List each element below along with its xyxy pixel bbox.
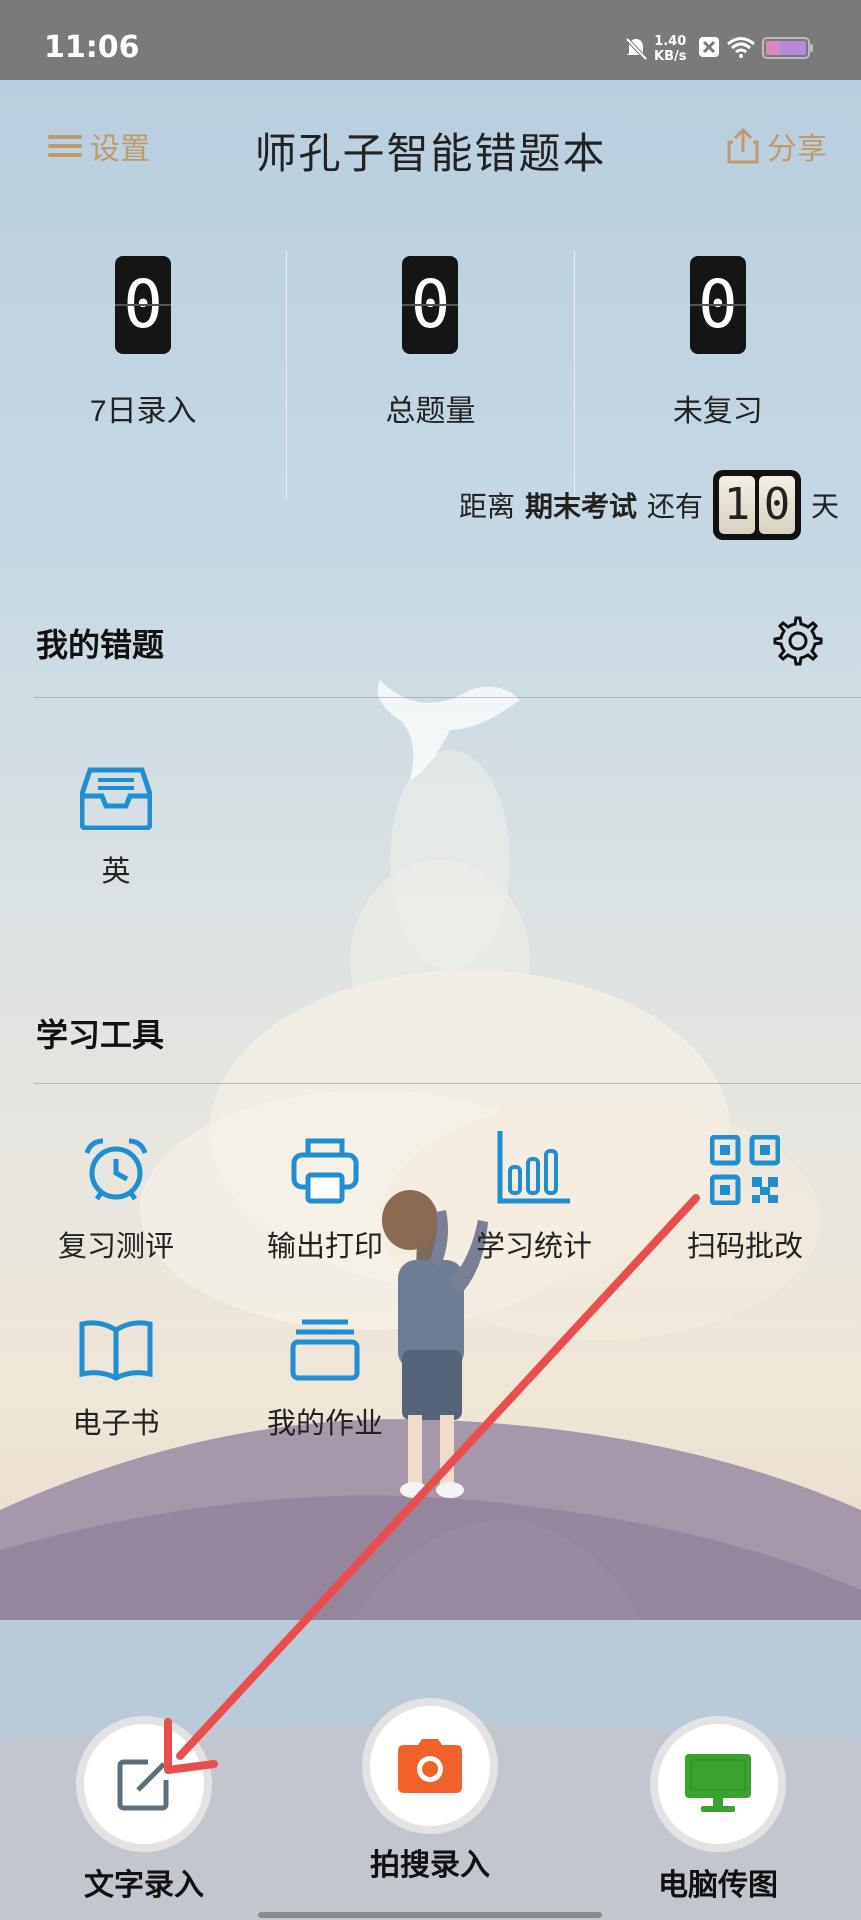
net-speed-value: 1.40 xyxy=(654,34,687,49)
net-speed: 1.40 KB/s xyxy=(654,34,686,64)
countdown-suffix: 天 xyxy=(810,491,839,522)
subject-label: 英 xyxy=(101,856,131,888)
top-app-bar: 设置 师孔子智能错题本 分享 xyxy=(0,80,861,210)
stat-value: 0 xyxy=(689,256,746,354)
tool-label: 扫码批改 xyxy=(686,1231,803,1263)
alarm-clock-icon xyxy=(84,1138,148,1201)
stat-label: 总题量 xyxy=(385,395,476,428)
battery-icon xyxy=(762,37,813,59)
stat-label: 7日录入 xyxy=(89,395,197,428)
printer-icon xyxy=(291,1138,359,1204)
tool-print-output[interactable]: 输出打印 xyxy=(225,1125,425,1265)
photo-search-button[interactable] xyxy=(362,1698,498,1834)
wifi-icon xyxy=(727,37,755,58)
countdown-prefix: 距离 xyxy=(458,491,515,522)
inbox-icon xyxy=(80,767,152,830)
tool-my-homework[interactable]: 我的作业 xyxy=(225,1302,425,1442)
bar-chart-icon xyxy=(497,1131,570,1204)
camera-icon xyxy=(398,1739,462,1793)
photo-search-label[interactable]: 拍搜录入 xyxy=(330,1840,530,1884)
tool-scan-grade[interactable]: 扫码批改 xyxy=(645,1125,845,1265)
bottom-action-bar: 文字录入 拍搜录入 电脑传图 xyxy=(0,1630,861,1920)
tool-label: 复习测评 xyxy=(57,1231,174,1263)
countdown-exam-name: 期末考试 xyxy=(524,491,637,522)
exam-countdown[interactable]: 距离 期末考试 还有 1 0 天 xyxy=(459,470,839,540)
pc-upload-label[interactable]: 电脑传图 xyxy=(618,1860,818,1904)
stat-recent-entries[interactable]: 0 7日录入 xyxy=(0,250,286,500)
edit-icon xyxy=(117,1759,169,1811)
stat-total-questions[interactable]: 0 总题量 xyxy=(286,250,573,500)
pc-upload-button[interactable] xyxy=(650,1716,786,1852)
my-mistakes-heading: 我的错题 xyxy=(36,627,165,663)
mute-bell-icon xyxy=(625,37,648,61)
countdown-digit: 1 xyxy=(718,476,755,534)
stat-value: 0 xyxy=(115,256,172,354)
tool-label: 学习统计 xyxy=(475,1231,592,1263)
text-entry-label[interactable]: 文字录入 xyxy=(44,1860,244,1904)
tool-review-test[interactable]: 复习测评 xyxy=(16,1125,216,1265)
divider xyxy=(34,1083,861,1084)
gear-icon[interactable] xyxy=(773,616,823,666)
stat-label: 未复习 xyxy=(672,395,763,428)
countdown-middle: 还有 xyxy=(646,491,703,522)
notification-x-icon xyxy=(699,37,719,57)
tool-label: 我的作业 xyxy=(266,1408,383,1440)
stat-not-reviewed[interactable]: 0 未复习 xyxy=(573,250,861,500)
home-indicator[interactable] xyxy=(258,1912,602,1918)
monitor-icon xyxy=(685,1754,751,1812)
divider xyxy=(34,697,861,698)
stat-value: 0 xyxy=(402,256,459,354)
stats-panel: 0 7日录入 0 总题量 0 未复习 xyxy=(0,250,861,500)
share-button[interactable]: 分享 xyxy=(727,124,827,168)
text-entry-button[interactable] xyxy=(76,1716,212,1852)
tool-ebook[interactable]: 电子书 xyxy=(16,1302,216,1442)
tool-study-stats[interactable]: 学习统计 xyxy=(434,1125,634,1265)
tool-label: 输出打印 xyxy=(266,1231,383,1263)
qr-code-icon xyxy=(710,1135,780,1205)
net-speed-unit: KB/s xyxy=(654,49,687,64)
countdown-digit: 0 xyxy=(758,476,795,534)
study-tools-heading: 学习工具 xyxy=(36,1017,165,1053)
open-book-icon xyxy=(79,1320,153,1381)
countdown-days: 1 0 xyxy=(712,470,801,540)
tool-label: 电子书 xyxy=(72,1408,160,1440)
stack-icon xyxy=(290,1319,360,1381)
status-bar: 11:06 1.40 KB/s xyxy=(0,0,861,80)
share-label: 分享 xyxy=(767,133,827,166)
mistake-subject-english[interactable]: 英 xyxy=(16,750,216,890)
share-icon xyxy=(727,128,759,164)
status-time: 11:06 xyxy=(44,30,140,65)
